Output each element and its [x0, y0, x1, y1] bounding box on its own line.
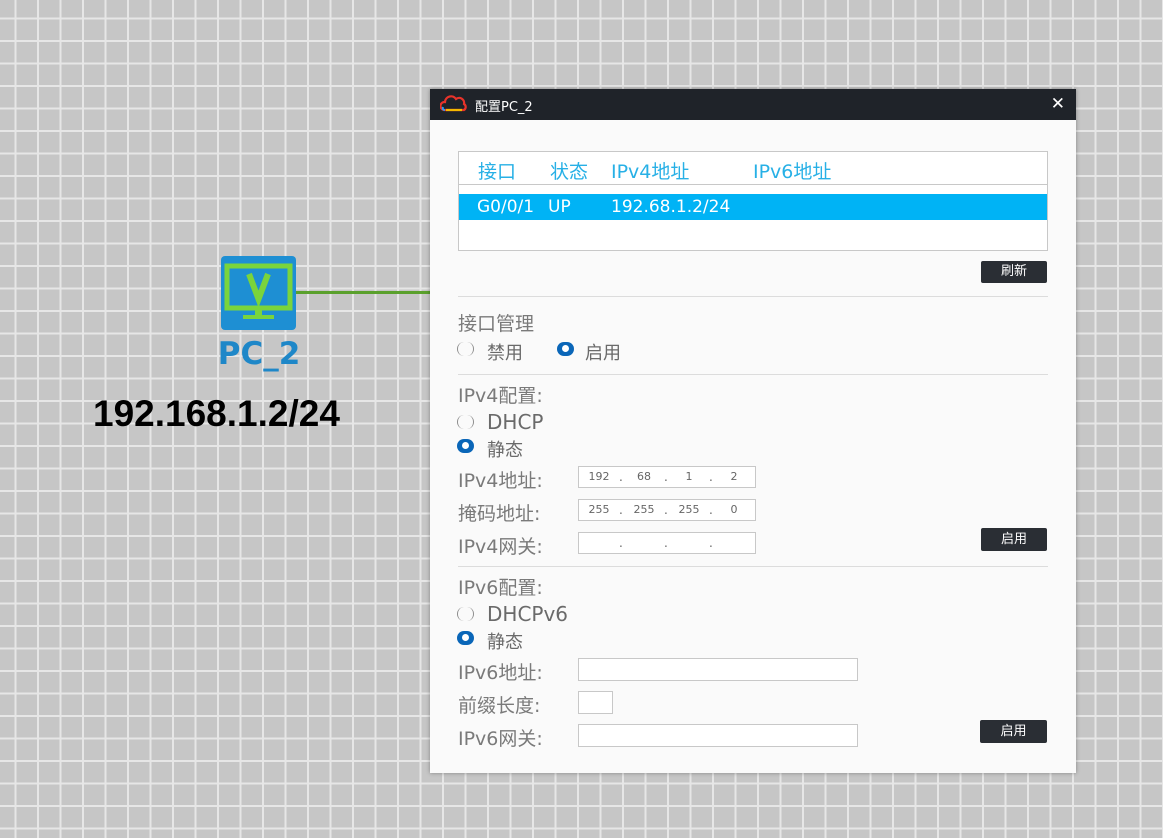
config-dialog: 配置PC_2 ✕ 接口 状态 IPv4地址 IPv6地址 G0/0/1 UP 1… — [430, 89, 1076, 773]
ipv4-octet-1[interactable]: 192 — [583, 470, 615, 483]
mask-octet-1[interactable]: 255 — [583, 503, 615, 516]
ipv6-apply-button[interactable]: 启用 — [980, 720, 1047, 743]
ipv6-static-label: 静态 — [487, 632, 523, 653]
dialog-titlebar[interactable]: 配置PC_2 ✕ — [430, 89, 1076, 120]
close-button[interactable]: ✕ — [1051, 93, 1065, 115]
enable-label: 启用 — [585, 343, 621, 364]
octet-separator: . — [619, 470, 623, 484]
divider — [458, 296, 1048, 297]
ipv4-octet-2[interactable]: 68 — [628, 470, 660, 483]
ipv4-octet-3[interactable]: 1 — [673, 470, 705, 483]
ipv4-gateway-input[interactable]: . . . — [578, 532, 756, 554]
prefix-length-input[interactable] — [578, 691, 613, 714]
ipv6-config-title: IPv6配置: — [458, 577, 543, 599]
ipv6-gateway-label: IPv6网关: — [458, 728, 543, 750]
ipv6-address-label: IPv6地址: — [458, 662, 543, 684]
interface-table: 接口 状态 IPv4地址 IPv6地址 G0/0/1 UP 192.68.1.2… — [458, 151, 1048, 251]
octet-separator: . — [709, 470, 713, 484]
ipv4-dhcp-label: DHCP — [487, 410, 544, 434]
divider — [458, 374, 1048, 375]
subnet-mask-label: 掩码地址: — [458, 503, 541, 525]
prefix-length-label: 前缀长度: — [458, 695, 541, 717]
device-ip-label: 192.168.1.2/24 — [93, 393, 340, 434]
ipv6-dhcp-radio[interactable] — [457, 607, 474, 621]
enable-radio[interactable] — [557, 342, 574, 356]
table-header-interface: 接口 — [478, 161, 517, 183]
subnet-mask-input[interactable]: 255 . 255 . 255 . 0 — [578, 499, 756, 521]
ipv6-dhcp-option: DHCPv6 — [457, 602, 657, 626]
mask-octet-4[interactable]: 0 — [718, 503, 750, 516]
cell-ipv4: 192.68.1.2/24 — [611, 197, 731, 217]
ipv4-dhcp-option: DHCP — [457, 410, 657, 434]
octet-separator: . — [664, 536, 668, 550]
ipv4-static-radio[interactable] — [457, 439, 474, 453]
refresh-button[interactable]: 刷新 — [981, 261, 1047, 283]
cloud-logo-icon — [439, 95, 468, 117]
octet-separator: . — [709, 536, 713, 550]
iface-mgmt-options: 禁用 启用 — [457, 339, 757, 364]
cell-interface: G0/0/1 — [477, 197, 535, 217]
ipv4-address-input[interactable]: 192 . 68 . 1 . 2 — [578, 466, 756, 488]
divider — [458, 566, 1048, 567]
device-name-label: PC_2 — [217, 336, 301, 372]
table-header-divider — [459, 184, 1047, 185]
ipv6-dhcp-label: DHCPv6 — [487, 602, 569, 626]
cell-status: UP — [548, 197, 571, 217]
ipv4-address-label: IPv4地址: — [458, 470, 543, 492]
ipv6-static-option: 静态 — [457, 628, 657, 653]
octet-separator: . — [664, 503, 668, 517]
mask-octet-3[interactable]: 255 — [673, 503, 705, 516]
ipv4-apply-button[interactable]: 启用 — [981, 528, 1047, 551]
octet-separator: . — [709, 503, 713, 517]
iface-mgmt-title: 接口管理 — [458, 313, 535, 335]
table-row[interactable]: G0/0/1 UP 192.68.1.2/24 — [459, 194, 1047, 220]
dialog-title: 配置PC_2 — [475, 100, 533, 115]
ipv6-address-input[interactable] — [578, 658, 858, 681]
ipv6-gateway-input[interactable] — [578, 724, 858, 747]
octet-separator: . — [619, 536, 623, 550]
ipv4-gateway-label: IPv4网关: — [458, 536, 543, 558]
pc-device-monitor-icon[interactable] — [221, 256, 296, 330]
table-header-ipv6: IPv6地址 — [753, 161, 832, 183]
disable-label: 禁用 — [487, 343, 523, 364]
ipv4-config-title: IPv4配置: — [458, 385, 543, 407]
network-link[interactable] — [296, 291, 436, 294]
table-header-ipv4: IPv4地址 — [611, 161, 690, 183]
table-header-status: 状态 — [550, 161, 589, 183]
ipv4-static-option: 静态 — [457, 436, 657, 461]
octet-separator: . — [664, 470, 668, 484]
ipv6-static-radio[interactable] — [457, 631, 474, 645]
octet-separator: . — [619, 503, 623, 517]
ipv4-octet-4[interactable]: 2 — [718, 470, 750, 483]
disable-radio[interactable] — [457, 342, 474, 356]
mask-octet-2[interactable]: 255 — [628, 503, 660, 516]
ipv4-static-label: 静态 — [487, 440, 523, 461]
ipv4-dhcp-radio[interactable] — [457, 415, 474, 429]
